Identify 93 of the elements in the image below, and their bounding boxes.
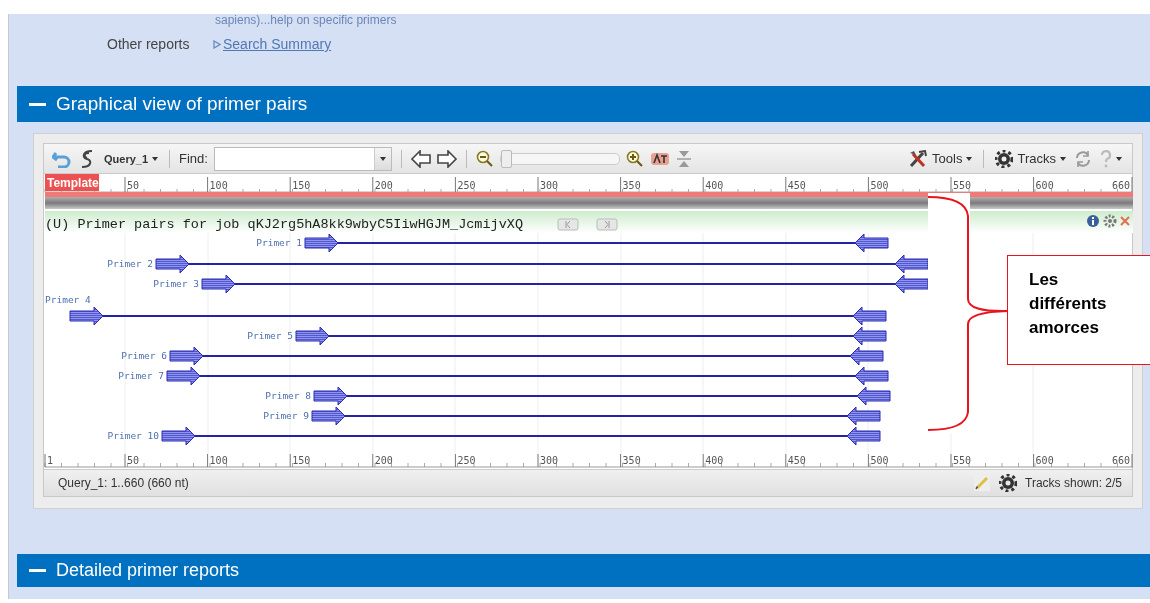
forward-primer-arrow[interactable] <box>313 386 348 406</box>
tools-icon <box>908 149 929 168</box>
primer-label: Primer 4 <box>45 294 91 305</box>
forward-primer-arrow[interactable] <box>155 254 190 274</box>
zoom-in-icon[interactable] <box>625 149 644 168</box>
primer-label: Primer 8 <box>265 390 311 401</box>
section-header[interactable]: Detailed primer reports <box>17 554 1150 587</box>
find-field[interactable] <box>213 146 392 171</box>
ruler-label: 500 <box>870 180 889 191</box>
forward-primer-arrow[interactable] <box>166 366 201 386</box>
tracks-shown-text: Tracks shown: 2/5 <box>1025 476 1122 490</box>
ruler-label: 250 <box>457 455 476 466</box>
help-menu[interactable] <box>1098 149 1124 168</box>
help-text: sapiens)...help on specific primers <box>214 14 398 26</box>
gear-icon[interactable] <box>999 474 1018 492</box>
ruler-label: 100 <box>209 180 228 191</box>
primer-label: Primer 9 <box>263 410 309 421</box>
track-title: (U) Primer pairs for job qKJ2rg5hA8kk9wbyC5IiwHGJM_JcmijvXQ <box>45 217 523 232</box>
status-text: Query_1: 1..660 (660 nt) <box>58 476 189 490</box>
ruler-label: 100 <box>209 455 228 466</box>
primer-label: Primer 7 <box>118 370 164 381</box>
ruler-label: 450 <box>787 455 806 466</box>
tools-menu[interactable]: Tools <box>906 149 975 168</box>
reverse-primer-arrow[interactable] <box>894 254 929 274</box>
gear-icon <box>995 149 1014 168</box>
reverse-primer-arrow[interactable] <box>854 366 889 386</box>
reverse-primer-arrow[interactable] <box>852 326 887 346</box>
triangle-icon <box>213 39 221 49</box>
primer-label: Primer 6 <box>121 350 167 361</box>
reverse-primer-arrow[interactable] <box>852 306 887 326</box>
sequence-dropdown[interactable]: Query_1 <box>102 152 161 165</box>
section-header[interactable]: Graphical view of primer pairs <box>17 86 1150 122</box>
collapse-icon <box>29 102 46 106</box>
forward-primer-arrow[interactable] <box>304 233 339 253</box>
ruler-label: 550 <box>953 455 972 466</box>
ruler-label: 200 <box>374 180 393 191</box>
ruler-label: 660 <box>1111 180 1130 191</box>
forward-primer-arrow[interactable] <box>201 274 236 294</box>
ruler-label: 200 <box>374 455 393 466</box>
refresh-icon[interactable] <box>1074 149 1092 168</box>
zoom-slider[interactable] <box>499 152 620 165</box>
close-icon[interactable] <box>1120 216 1130 226</box>
primer-label: Primer 10 <box>107 430 159 441</box>
info-icon[interactable] <box>1087 215 1099 227</box>
ruler-label: 1 <box>47 455 54 466</box>
reverse-primer-arrow[interactable] <box>846 426 881 446</box>
forward-primer-arrow[interactable] <box>69 306 104 326</box>
section-title: Graphical view of primer pairs <box>56 93 308 115</box>
ruler-label: 350 <box>622 180 641 191</box>
ruler-label: 500 <box>870 455 889 466</box>
other-reports-label: Other reports <box>107 36 191 52</box>
ruler-label: 300 <box>540 455 559 466</box>
collapse-tracks-icon[interactable] <box>675 149 692 168</box>
ruler-label: 150 <box>292 455 311 466</box>
ruler-label: 450 <box>787 180 806 191</box>
arrow-left-icon[interactable] <box>410 149 431 168</box>
reverse-primer-arrow[interactable] <box>856 386 891 406</box>
collapse-icon <box>29 569 46 572</box>
forward-primer-arrow[interactable] <box>311 406 346 426</box>
section-title: Detailed primer reports <box>56 560 240 581</box>
ruler-label: 50 <box>127 455 140 466</box>
zoom-out-icon[interactable] <box>475 149 494 168</box>
ruler-label: 400 <box>705 180 724 191</box>
undo-icon[interactable] <box>52 149 72 168</box>
ruler-label: 400 <box>705 455 724 466</box>
forward-primer-arrow[interactable] <box>295 326 330 346</box>
settings-icon[interactable] <box>1103 214 1117 228</box>
reverse-primer-arrow[interactable] <box>849 346 884 366</box>
ruler-label: 250 <box>457 180 476 191</box>
ruler-label: 50 <box>127 180 140 191</box>
primer-label: Primer 2 <box>107 258 153 269</box>
forward-primer-arrow[interactable] <box>169 346 204 366</box>
ruler-label: 300 <box>540 180 559 191</box>
primer-label: Primer 1 <box>256 237 302 248</box>
ruler-label: 550 <box>953 180 972 191</box>
ruler-label: 600 <box>1035 455 1054 466</box>
reverse-primer-arrow[interactable] <box>846 406 881 426</box>
primer-label: Primer 3 <box>153 278 199 289</box>
template-label: Template <box>45 174 99 191</box>
ruler-label: 150 <box>292 180 311 191</box>
search-summary-link[interactable]: Search Summary <box>223 36 332 52</box>
ruler-label: 660 <box>1111 455 1130 466</box>
reverse-primer-arrow[interactable] <box>894 274 929 294</box>
reverse-primer-arrow[interactable] <box>854 233 889 253</box>
primer-label: Primer 5 <box>247 330 293 341</box>
find-label: Find: <box>179 151 208 166</box>
ruler-label: 350 <box>622 455 641 466</box>
sequence-marker-icon[interactable] <box>649 150 670 167</box>
ruler-label: 600 <box>1035 180 1054 191</box>
tracks-menu[interactable]: Tracks <box>993 149 1068 168</box>
arrow-right-icon[interactable] <box>436 149 457 168</box>
forward-primer-arrow[interactable] <box>161 426 196 446</box>
annotation-callout: Les différents amorces <box>1007 255 1150 365</box>
